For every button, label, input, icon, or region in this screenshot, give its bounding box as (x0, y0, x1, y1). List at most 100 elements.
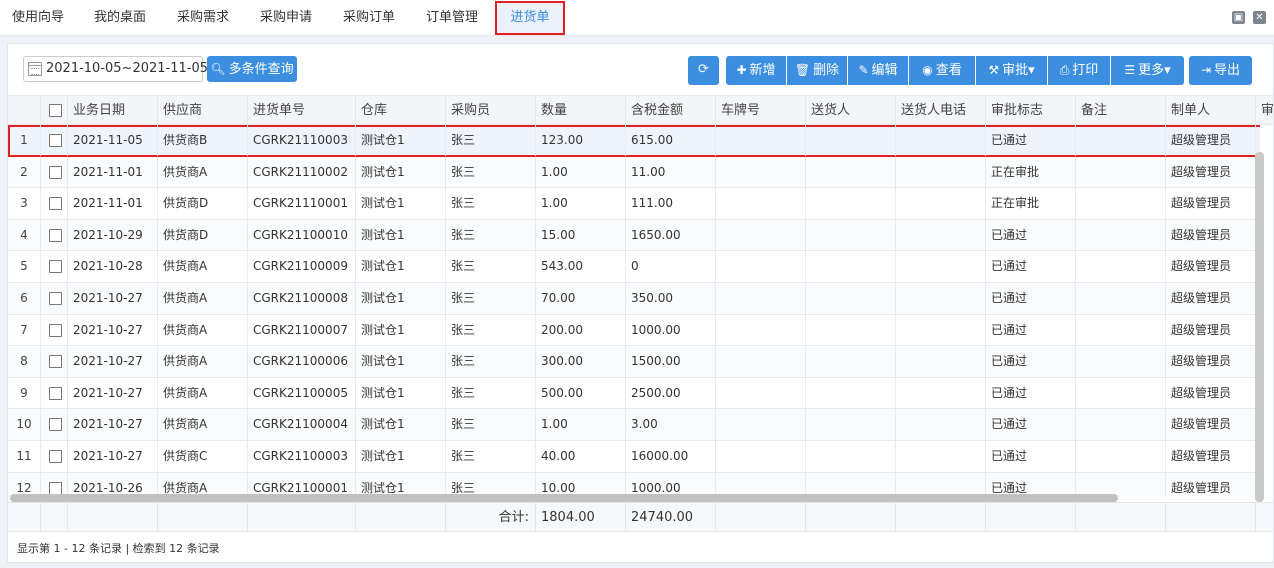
add-button[interactable]: ✚ 新增 (726, 56, 786, 85)
header-creator[interactable]: 制单人 (1166, 96, 1256, 125)
cell-creator: 超级管理员 (1166, 441, 1256, 472)
tab-purchase-demand[interactable]: 采购需求 (177, 0, 229, 36)
cell-deliverer-phone (896, 283, 986, 314)
cell-checkbox (41, 188, 68, 220)
more-button[interactable]: ☰ 更多▾ (1111, 56, 1184, 85)
cell-quantity: 1.00 (536, 156, 626, 188)
cell-warehouse: 测试仓1 (356, 283, 446, 314)
header-plate[interactable]: 车牌号 (716, 96, 806, 125)
header-buyer[interactable]: 采购员 (446, 96, 536, 125)
cell-deliverer (806, 314, 896, 346)
row-checkbox[interactable] (49, 386, 62, 400)
cell-plate (716, 219, 806, 251)
table-row[interactable]: 3 2021-11-01 供货商D CGRK21110001 测试仓1 张三 1.00 111… (8, 188, 1260, 220)
header-approval[interactable]: 审批标志 (986, 96, 1076, 125)
refresh-button[interactable]: ⟳ (688, 56, 719, 85)
select-all-checkbox[interactable] (49, 104, 62, 117)
row-checkbox[interactable] (49, 292, 62, 305)
table-row[interactable]: 11 2021-10-27 供货商C CGRK21100003 测试仓1 张三 40.00 1… (8, 441, 1260, 473)
tab-purchase-request[interactable]: 采购申请 (260, 0, 312, 36)
table-row[interactable]: 8 2021-10-27 供货商A CGRK21100006 测试仓1 张三 300.00 1… (8, 346, 1260, 378)
table-row[interactable]: 7 2021-10-27 供货商A CGRK21100007 测试仓1 张三 200.00 1… (8, 314, 1260, 347)
vertical-scrollbar[interactable] (1255, 152, 1264, 502)
header-warehouse[interactable]: 仓库 (356, 96, 446, 125)
cell-deliverer (806, 409, 896, 441)
table-row[interactable]: 6 2021-10-27 供货商A CGRK21100008 测试仓1 张三 70.00 35… (8, 283, 1260, 315)
row-checkbox[interactable] (49, 165, 62, 179)
cell-warehouse: 测试仓1 (356, 251, 446, 283)
cell-plate (716, 314, 806, 346)
cell-quantity: 543.00 (536, 251, 626, 283)
totals-quantity: 1804.00 (536, 503, 626, 532)
table-row[interactable]: 5 2021-10-28 供货商A CGRK21100009 测试仓1 张三 543.00 0… (8, 251, 1260, 283)
cell-quantity: 1.00 (536, 188, 626, 220)
row-checkbox[interactable] (49, 197, 62, 211)
row-checkbox[interactable] (49, 418, 62, 432)
cell-deliverer-phone (896, 346, 986, 378)
cell-buyer: 张三 (446, 409, 536, 441)
row-checkbox[interactable] (49, 134, 62, 147)
header-date[interactable]: 业务日期 (68, 96, 158, 125)
cell-deliverer (806, 377, 896, 409)
row-checkbox[interactable] (49, 228, 62, 242)
cell-approval: 已通过 (986, 409, 1076, 441)
multi-search-button[interactable]: 🔍︎ 多条件查询 (207, 56, 297, 82)
close-icon[interactable]: ✕ (1253, 11, 1266, 24)
cell-receipt-no: CGRK21100004 (248, 409, 356, 441)
header-amount[interactable]: 含税金额 (626, 96, 716, 125)
cell-approval: 已通过 (986, 314, 1076, 346)
cell-supplier: 供货商A (158, 409, 248, 441)
totals-spacer (356, 503, 446, 532)
table-row[interactable]: 2 2021-11-01 供货商A CGRK21110002 测试仓1 张三 1.00 11.… (8, 156, 1260, 189)
cell-warehouse: 测试仓1 (356, 156, 446, 188)
table-row[interactable]: 10 2021-10-27 供货商A CGRK21100004 测试仓1 张三 1.00 3.… (8, 409, 1260, 441)
header-deliverer[interactable]: 送货人 (806, 96, 896, 125)
cell-remark (1076, 377, 1166, 409)
approve-button[interactable]: ⚒ 审批▾ (976, 56, 1047, 85)
totals-spacer (41, 503, 68, 532)
table-row[interactable]: 1 2021-11-05 供货商B CGRK21110003 测试仓1 张三 123.00 6… (8, 125, 1260, 157)
cell-amount: 3.00 (626, 409, 716, 441)
restore-icon[interactable]: ▣ (1232, 11, 1245, 24)
tab-purchase-order[interactable]: 采购订单 (343, 0, 395, 36)
header-supplier[interactable]: 供应商 (158, 96, 248, 125)
row-checkbox[interactable] (49, 450, 62, 463)
header-receipt-no[interactable]: 进货单号 (248, 96, 356, 125)
table-row[interactable]: 4 2021-10-29 供货商D CGRK21100010 测试仓1 张三 15.00 16… (8, 219, 1260, 252)
cell-amount: 1000.00 (626, 314, 716, 346)
row-number: 8 (8, 346, 41, 378)
row-checkbox[interactable] (49, 260, 62, 274)
header-deliverer-phone[interactable]: 送货人电话 (896, 96, 986, 125)
row-checkbox[interactable] (49, 355, 62, 369)
cell-supplier: 供货商D (158, 219, 248, 251)
header-more[interactable]: 审 (1256, 96, 1273, 125)
date-range-input[interactable]: 2021-10-05~2021-11-05 (23, 56, 208, 82)
cell-plate (716, 283, 806, 314)
tab-guide[interactable]: 使用向导 (12, 0, 64, 36)
cell-checkbox (41, 283, 68, 314)
tab-order-management[interactable]: 订单管理 (426, 0, 478, 36)
cell-deliverer-phone (896, 156, 986, 188)
horizontal-scrollbar[interactable] (10, 494, 1118, 502)
cell-remark (1076, 219, 1166, 251)
view-button[interactable]: ◉ 查看 (909, 56, 975, 85)
delete-button[interactable]: 🗑︎ 删除 (787, 56, 847, 85)
cell-warehouse: 测试仓1 (356, 219, 446, 251)
edit-button[interactable]: ✎ 编辑 (848, 56, 908, 85)
row-checkbox[interactable] (49, 323, 62, 337)
cell-deliverer-phone (896, 409, 986, 441)
cell-buyer: 张三 (446, 219, 536, 251)
cell-creator: 超级管理员 (1166, 314, 1256, 346)
trash-icon: 🗑︎ (794, 63, 811, 77)
cell-amount: 1650.00 (626, 219, 716, 251)
export-button[interactable]: ⇥ 导出 (1189, 56, 1252, 85)
tab-receipt[interactable]: 进货单 (495, 1, 565, 35)
tab-desktop[interactable]: 我的桌面 (94, 0, 146, 36)
cell-deliverer-phone (896, 441, 986, 472)
header-quantity[interactable]: 数量 (536, 96, 626, 125)
cell-checkbox (41, 409, 68, 441)
row-checkbox[interactable] (49, 481, 62, 495)
table-row[interactable]: 9 2021-10-27 供货商A CGRK21100005 测试仓1 张三 500.00 2… (8, 377, 1260, 410)
header-remark[interactable]: 备注 (1076, 96, 1166, 125)
print-button[interactable]: ⎙ 打印 (1048, 56, 1110, 85)
